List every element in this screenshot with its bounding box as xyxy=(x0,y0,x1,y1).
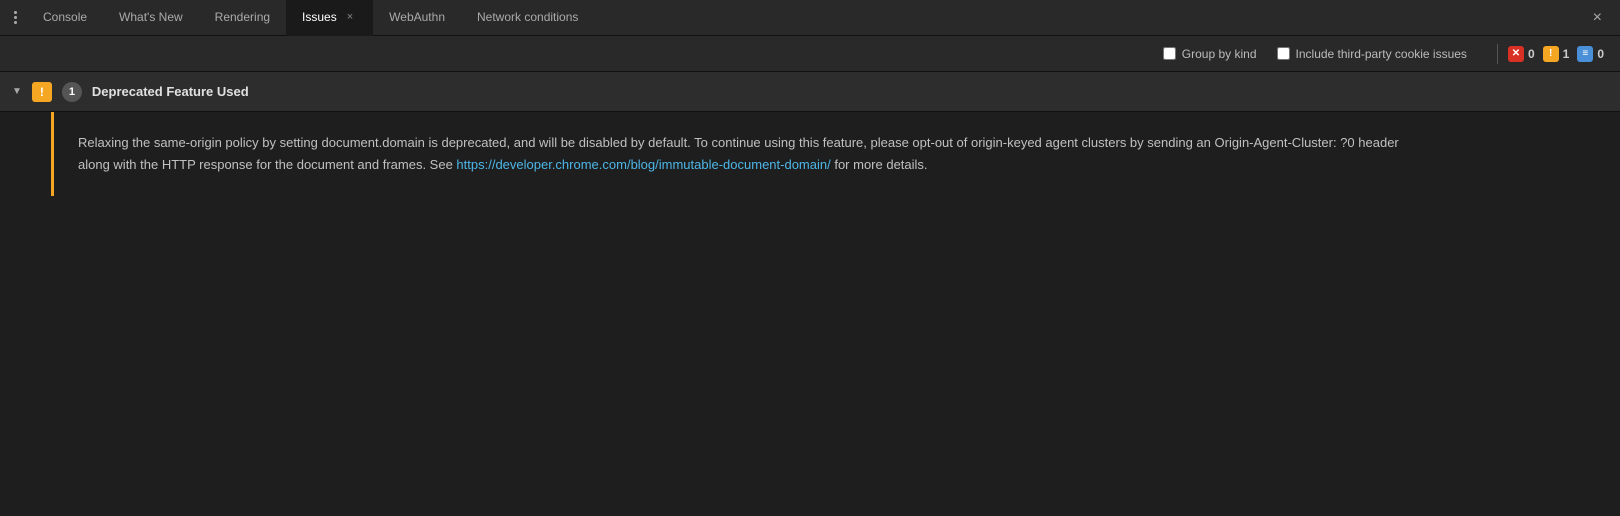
tab-rendering[interactable]: Rendering xyxy=(199,0,286,36)
tab-bar: Console What's New Rendering Issues × We… xyxy=(0,0,1620,36)
issue-description: Relaxing the same-origin policy by setti… xyxy=(54,112,1454,196)
info-icon: ≡ xyxy=(1577,46,1593,62)
tab-rendering-label: Rendering xyxy=(215,10,270,24)
group-by-kind-group: Group by kind xyxy=(1163,47,1257,61)
include-third-party-checkbox[interactable] xyxy=(1277,47,1290,60)
info-count: 0 xyxy=(1597,47,1604,61)
issue-link[interactable]: https://developer.chrome.com/blog/immuta… xyxy=(456,157,830,172)
tab-webauthn[interactable]: WebAuthn xyxy=(373,0,461,36)
toolbar-separator xyxy=(1497,44,1498,64)
warning-count: 1 xyxy=(1563,47,1570,61)
tab-whats-new-label: What's New xyxy=(119,10,183,24)
include-third-party-label[interactable]: Include third-party cookie issues xyxy=(1296,47,1467,61)
issues-panel: ▼ ! 1 Deprecated Feature Used Relaxing t… xyxy=(0,72,1620,196)
more-tabs-button[interactable] xyxy=(4,11,27,24)
error-badge[interactable]: ✕ 0 xyxy=(1508,46,1535,62)
tab-console-label: Console xyxy=(43,10,87,24)
tab-network-conditions[interactable]: Network conditions xyxy=(461,0,594,36)
info-badge[interactable]: ≡ 0 xyxy=(1577,46,1604,62)
issues-toolbar: Group by kind Include third-party cookie… xyxy=(0,36,1620,72)
tab-issues-label: Issues xyxy=(302,10,337,24)
badge-group: ✕ 0 ! 1 ≡ 0 xyxy=(1508,46,1604,62)
warning-badge[interactable]: ! 1 xyxy=(1543,46,1570,62)
warning-icon: ! xyxy=(1543,46,1559,62)
tab-issues[interactable]: Issues × xyxy=(286,0,373,36)
include-third-party-group: Include third-party cookie issues xyxy=(1277,47,1467,61)
tab-webauthn-label: WebAuthn xyxy=(389,10,445,24)
section-warning-icon: ! xyxy=(32,82,52,102)
tab-console[interactable]: Console xyxy=(27,0,103,36)
tab-network-conditions-label: Network conditions xyxy=(477,10,578,24)
issue-row: Relaxing the same-origin policy by setti… xyxy=(0,112,1620,196)
section-count-badge: 1 xyxy=(62,82,82,102)
error-count: 0 xyxy=(1528,47,1535,61)
chevron-icon: ▼ xyxy=(12,86,22,97)
group-by-kind-label[interactable]: Group by kind xyxy=(1182,47,1257,61)
tab-whats-new[interactable]: What's New xyxy=(103,0,199,36)
error-icon: ✕ xyxy=(1508,46,1524,62)
issue-text-after-link: for more details. xyxy=(831,157,928,172)
section-title: Deprecated Feature Used xyxy=(92,84,249,99)
group-by-kind-checkbox[interactable] xyxy=(1163,47,1176,60)
close-panel-button[interactable]: × xyxy=(1579,9,1616,27)
tab-issues-close[interactable]: × xyxy=(343,9,357,25)
deprecated-feature-section-header[interactable]: ▼ ! 1 Deprecated Feature Used xyxy=(0,72,1620,112)
